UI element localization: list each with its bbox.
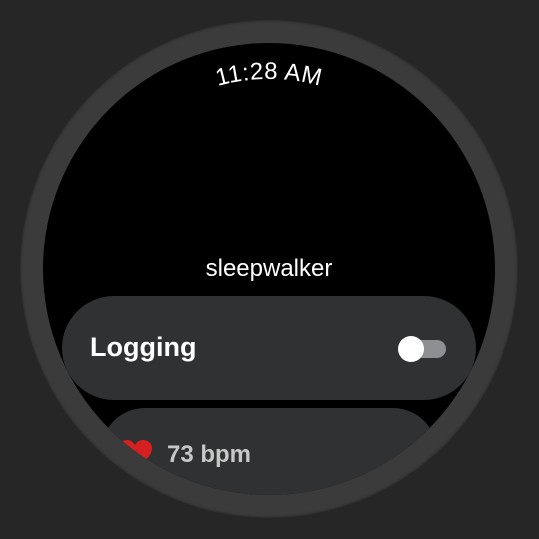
page: 11:28 AM sleepwalker Logging 73 bpm bbox=[0, 0, 539, 539]
heart-rate-chip[interactable]: 73 bpm bbox=[101, 408, 437, 495]
heart-rate-value: 73 bpm bbox=[167, 441, 252, 468]
logging-switch[interactable] bbox=[398, 336, 448, 362]
heart-icon bbox=[118, 440, 152, 469]
logging-label: Logging bbox=[90, 332, 197, 362]
time-label: 11:28 AM bbox=[213, 58, 324, 92]
logging-toggle-chip[interactable]: Logging bbox=[62, 296, 476, 400]
app-title: sleepwalker bbox=[205, 255, 333, 282]
watch-screen: 11:28 AM sleepwalker Logging 73 bpm bbox=[43, 43, 495, 495]
switch-thumb bbox=[398, 336, 424, 362]
time-text: 11:28 AM bbox=[213, 58, 325, 92]
